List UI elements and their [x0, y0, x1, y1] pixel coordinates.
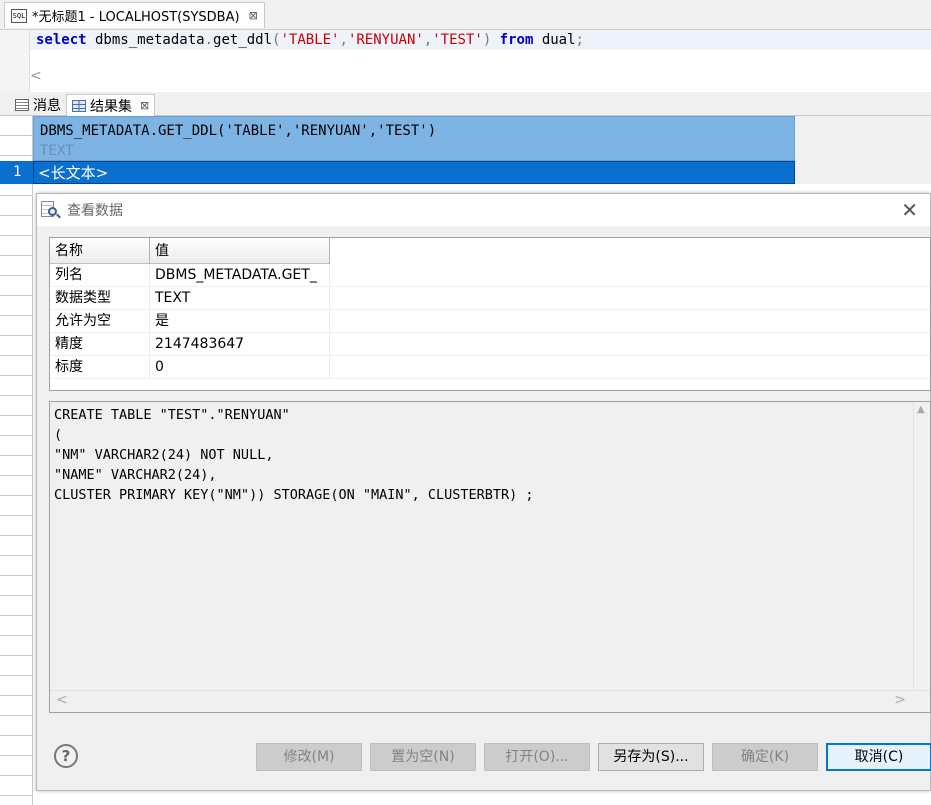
arg-1: 'TABLE' [280, 32, 340, 48]
close-paren: ) [482, 32, 500, 48]
vertical-scrollbar[interactable]: ▲ [913, 402, 930, 689]
editor-tab-bar: SQL *无标题1 - LOCALHOST(SYSDBA) ⊠ [0, 0, 931, 30]
editor-gutter [0, 30, 30, 92]
comma-1: , [339, 32, 348, 48]
column-header-type: TEXT [40, 143, 74, 159]
arg-2: 'RENYUAN' [347, 32, 424, 48]
dialog-title: 查看数据 [67, 203, 123, 219]
prop-name: 标度 [50, 356, 150, 379]
tab-messages-label: 消息 [33, 98, 61, 114]
prop-value: 是 [150, 310, 330, 333]
dialog-close-icon[interactable]: ✕ [901, 199, 918, 221]
prop-name: 精度 [50, 333, 150, 356]
prop-value: DBMS_METADATA.GET_ [150, 264, 330, 287]
view-data-icon [41, 201, 61, 219]
row-number-gutter [0, 116, 33, 805]
properties-table: 名称 值 列名 DBMS_METADATA.GET_ 数据类型 TEXT 允许为… [49, 237, 931, 391]
result-tab-bar: 消息 结果集 ⊠ [0, 92, 931, 116]
set-null-button[interactable]: 置为空(N) [370, 743, 476, 771]
keyword-select: select [36, 32, 87, 48]
function-name-2: get_ddl [213, 32, 273, 48]
prop-name: 数据类型 [50, 287, 150, 310]
scroll-right-arrow[interactable]: > [894, 692, 906, 708]
cancel-button[interactable]: 取消(C) [826, 743, 931, 771]
prop-name: 列名 [50, 264, 150, 287]
table-row[interactable]: 精度 2147483647 [50, 333, 930, 356]
table-row[interactable]: 允许为空 是 [50, 310, 930, 333]
dialog-titlebar: 查看数据 ✕ [37, 194, 930, 226]
table-row[interactable]: 标度 0 [50, 356, 930, 379]
view-data-dialog: 查看数据 ✕ 名称 值 列名 DBMS_METADATA.GET_ 数据类型 T… [36, 193, 931, 791]
keyword-from: from [499, 32, 534, 48]
modify-button[interactable]: 修改(M) [256, 743, 362, 771]
sql-editor[interactable]: select dbms_metadata.get_ddl('TABLE','RE… [0, 30, 931, 92]
dot: . [204, 32, 214, 48]
comma-2: , [423, 32, 433, 48]
tab-result-set-label: 结果集 [90, 98, 132, 115]
close-result-tab-icon[interactable]: ⊠ [140, 99, 149, 112]
scroll-left-arrow[interactable]: < [30, 68, 42, 84]
function-name: dbms_metadata [86, 32, 205, 48]
grid-icon [72, 99, 86, 112]
arg-3: 'TEST' [432, 32, 483, 48]
header-name[interactable]: 名称 [50, 238, 150, 264]
row-number[interactable]: 1 [0, 161, 33, 184]
prop-value: 0 [150, 356, 330, 379]
semicolon: ; [575, 32, 584, 48]
tab-messages[interactable]: 消息 [10, 94, 66, 116]
ddl-text-area[interactable]: CREATE TABLE "TEST"."RENYUAN" ( "NM" VAR… [49, 401, 931, 713]
tab-result-set[interactable]: 结果集 ⊠ [66, 94, 156, 116]
table-row[interactable]: 列名 DBMS_METADATA.GET_ [50, 264, 930, 287]
sql-file-icon: SQL [11, 8, 27, 23]
prop-value: TEXT [150, 287, 330, 310]
prop-name: 允许为空 [50, 310, 150, 333]
save-as-button[interactable]: 另存为(S)... [598, 743, 704, 771]
horizontal-scrollbar[interactable]: < > [50, 690, 930, 712]
editor-tab-title: *无标题1 - LOCALHOST(SYSDBA) [32, 10, 240, 25]
message-icon [15, 99, 29, 111]
ddl-text: CREATE TABLE "TEST"."RENYUAN" ( "NM" VAR… [54, 407, 534, 503]
editor-tab[interactable]: SQL *无标题1 - LOCALHOST(SYSDBA) ⊠ [4, 2, 265, 28]
help-icon[interactable]: ? [54, 744, 78, 768]
result-cell[interactable]: <长文本> [33, 161, 795, 184]
properties-header: 名称 值 [50, 238, 330, 264]
close-tab-icon[interactable]: ⊠ [249, 9, 258, 22]
scroll-left-arrow[interactable]: < [56, 692, 68, 708]
table-name: dual [533, 32, 576, 48]
column-header-name: DBMS_METADATA.GET_DDL('TABLE','RENYUAN',… [40, 123, 437, 139]
open-button[interactable]: 打开(O)... [484, 743, 590, 771]
sql-line[interactable]: select dbms_metadata.get_ddl('TABLE','RE… [30, 30, 931, 50]
header-value[interactable]: 值 [150, 238, 330, 264]
column-header[interactable]: DBMS_METADATA.GET_DDL('TABLE','RENYUAN',… [33, 116, 795, 161]
ok-button[interactable]: 确定(K) [712, 743, 818, 771]
prop-value: 2147483647 [150, 333, 330, 356]
table-row[interactable]: 数据类型 TEXT [50, 287, 930, 310]
